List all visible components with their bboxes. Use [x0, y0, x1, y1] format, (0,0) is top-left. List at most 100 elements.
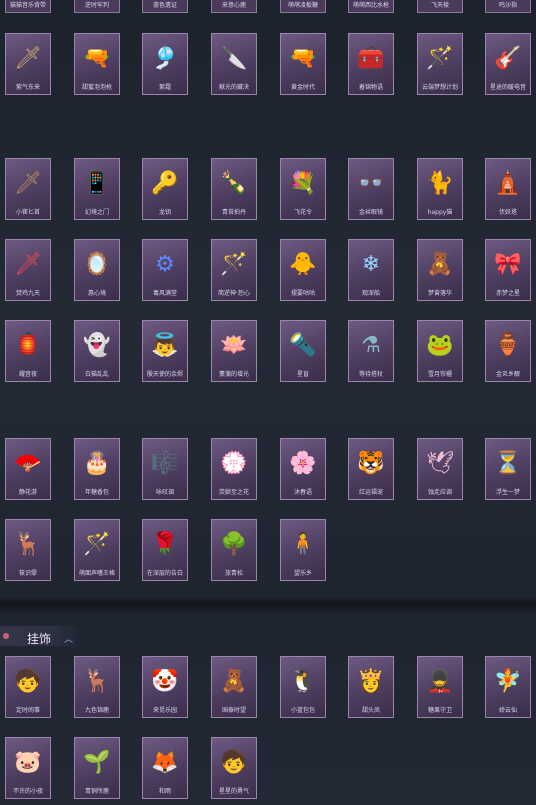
doll-icon: 🧸	[426, 252, 454, 277]
item-tile-partial[interactable]: 鎏色遗证	[142, 0, 188, 13]
item-tile[interactable]: 🎼 咏叹调	[142, 438, 188, 500]
staff-icon: 🪄	[83, 532, 111, 557]
item-tile[interactable]: 🗡 焚鸡九天	[5, 239, 51, 301]
item-tile-partial[interactable]: 飞天棱	[417, 0, 463, 13]
item-label: 九色锦鹿	[84, 707, 109, 714]
item-label: 观深船	[361, 290, 380, 297]
item-tile[interactable]: 🐧 小蓝包包	[280, 656, 326, 718]
fox-charm-icon: 🦊	[151, 750, 179, 775]
item-label: 飞天棱	[430, 2, 449, 9]
item-tile[interactable]: 🧒 定时闹事	[5, 656, 51, 718]
boy-charm-icon: 🧒	[14, 669, 42, 694]
item-tile[interactable]: ❄ 观深船	[348, 239, 394, 301]
item-tile[interactable]: 🐯 红运福宠	[348, 438, 394, 500]
item-tile[interactable]: 💮 荧娘至之花	[211, 438, 257, 500]
medkit-icon: 🧰	[357, 46, 385, 71]
item-tile[interactable]: 🔑 龙钥	[142, 158, 188, 220]
item-label: 云端梦想计划	[421, 84, 458, 91]
item-tile[interactable]: 🧸 国泰时望	[211, 656, 257, 718]
bottle-icon: 🍾	[220, 171, 248, 196]
item-tile[interactable]: 👻 白猫乱乱	[74, 320, 120, 382]
item-tile[interactable]: 👓 金丝眼镜	[348, 158, 394, 220]
item-label: 青铜所鹿	[84, 788, 109, 795]
item-tile[interactable]: 🌱 青铜所鹿	[74, 737, 120, 799]
angel-doll-icon: 👼	[151, 333, 179, 358]
item-label: 梦曾落华	[427, 290, 452, 297]
item-tile[interactable]: 🧚 娇云仙	[485, 656, 531, 718]
item-label: 甜蜜泡泡枪	[81, 84, 112, 91]
item-label: 献光的藏决	[218, 84, 249, 91]
item-tile[interactable]: 🔦 星盲	[280, 320, 326, 382]
item-tile[interactable]: 🎂 年糖香包	[74, 438, 120, 500]
item-tile[interactable]: 💐 飞花令	[280, 158, 326, 220]
item-tile[interactable]: 🐷 不许的小夜	[5, 737, 51, 799]
hourglass-icon: ⏳	[494, 451, 522, 476]
item-tile[interactable]: 🪞 惠心境	[74, 239, 120, 301]
item-tile[interactable]: 🪭 静花游	[5, 438, 51, 500]
item-label: 絮霜	[158, 84, 171, 91]
item-tile[interactable]: 🗡 紫气东来	[5, 33, 51, 95]
item-tile-partial[interactable]: 鸣沙指	[485, 0, 531, 13]
item-tile[interactable]: 🪄 简逆神·恕心	[211, 239, 257, 301]
item-tile[interactable]: ⚙ 毒风满堂	[142, 239, 188, 301]
spear-icon: 🗡	[14, 252, 42, 277]
item-tile[interactable]: 🔪 献光的藏决	[211, 33, 257, 95]
section-title-charms: 挂饰	[27, 632, 52, 646]
item-label: 幻境之门	[84, 209, 109, 216]
item-tile[interactable]: 🧸 梦曾落华	[417, 239, 463, 301]
item-label: 浮生一梦	[495, 489, 520, 496]
item-tile[interactable]: 🌳 旅青松	[211, 519, 257, 581]
item-tile[interactable]: 🪄 云端梦想计划	[417, 33, 463, 95]
item-tile[interactable]: 🪷 薰蒲的增光	[211, 320, 257, 382]
item-tile-partial[interactable]: 萌萌凌板鞭	[280, 0, 326, 13]
item-tile-partial[interactable]: 来意心鹿	[211, 0, 257, 13]
item-tile[interactable]: 🎐 絮霜	[142, 33, 188, 95]
item-label: 伏妖塔	[498, 209, 517, 216]
item-tile[interactable]: ⚗ 等待搭杖	[348, 320, 394, 382]
item-label: 鸣沙指	[498, 2, 517, 9]
item-label: 望乐乡	[293, 570, 312, 577]
item-tile-partial[interactable]: 逆时牢判	[74, 0, 120, 13]
item-label: 来觅乐园	[152, 707, 177, 714]
item-tile[interactable]: 🔫 甜蜜泡泡枪	[74, 33, 120, 95]
item-tile[interactable]: 🧍 望乐乡	[280, 519, 326, 581]
item-label: 逆时牢判	[84, 2, 109, 9]
item-tile[interactable]: 🧒 星星的勇气	[211, 737, 257, 799]
item-tile[interactable]: 👸 甜头凤	[348, 656, 394, 718]
item-tile[interactable]: 🧰 着锦物语	[348, 33, 394, 95]
item-tile[interactable]: 🎀 赤梦之星	[485, 239, 531, 301]
item-tile[interactable]: 🤡 来觅乐园	[142, 656, 188, 718]
item-tile[interactable]: 🍾 青苔拍丹	[211, 158, 257, 220]
item-tile[interactable]: 🦌 筱识霏	[5, 519, 51, 581]
item-tile[interactable]: 🌸 沐春语	[280, 438, 326, 500]
star-hat-icon: 🎀	[494, 252, 522, 277]
item-tile[interactable]: 🏮 耀音夜	[5, 320, 51, 382]
item-tile[interactable]: 🛕 伏妖塔	[485, 158, 531, 220]
item-tile[interactable]: 🌹 在深层的告白	[142, 519, 188, 581]
item-tile[interactable]: ⏳ 浮生一梦	[485, 438, 531, 500]
item-tile[interactable]: 📱 幻境之门	[74, 158, 120, 220]
bear-charm-icon: 🧸	[220, 669, 248, 694]
item-label: 毒风满堂	[152, 290, 177, 297]
item-label: 小蓝包包	[290, 707, 315, 714]
item-tile[interactable]: 🔫 黄金时代	[280, 33, 326, 95]
item-tile[interactable]: 🗡 小崔匕首	[5, 158, 51, 220]
item-label: 荧娘至之花	[218, 489, 249, 496]
item-tile[interactable]: 🪄 萌面声嗜王格	[74, 519, 120, 581]
chevron-up-icon[interactable]: ︿	[64, 632, 73, 645]
item-label: 来意心鹿	[221, 2, 246, 9]
item-tile[interactable]: 🦊 和雨	[142, 737, 188, 799]
item-tile[interactable]: 🦌 九色锦鹿	[74, 656, 120, 718]
item-label: 摆要咕咕	[290, 290, 315, 297]
item-tile-partial[interactable]: 猫猫音乐背带	[5, 0, 51, 13]
item-tile[interactable]: 🐈 happy猫	[417, 158, 463, 220]
item-tile[interactable]: 🐸 雪月帘櫃	[417, 320, 463, 382]
item-tile[interactable]: 👼 殷天使的余烬	[142, 320, 188, 382]
item-tile[interactable]: 🕊 蚀走应调	[417, 438, 463, 500]
item-tile[interactable]: 🎸 星途的暖电音	[485, 33, 531, 95]
item-tile[interactable]: 💂 糖果守卫	[417, 656, 463, 718]
item-tile-partial[interactable]: 萌萌西比水枪	[348, 0, 394, 13]
item-tile[interactable]: 🐥 摆要咕咕	[280, 239, 326, 301]
lotus-icon: 🪷	[220, 333, 248, 358]
item-tile[interactable]: 🏺 金炎乡酿	[485, 320, 531, 382]
